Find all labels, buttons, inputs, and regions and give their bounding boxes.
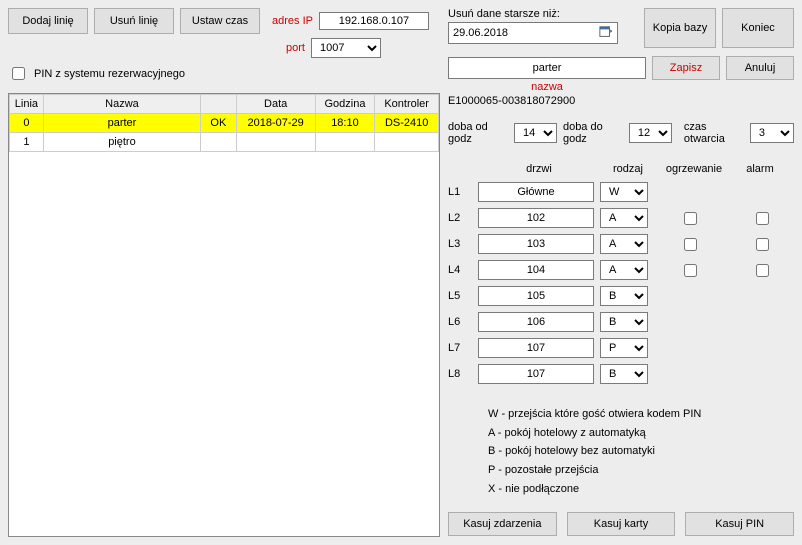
door-alarm-checkbox[interactable] bbox=[756, 238, 769, 251]
legend-line: P - pozostałe przejścia bbox=[488, 461, 794, 480]
legend: W - przejścia które gość otwiera kodem P… bbox=[488, 405, 794, 498]
hour-from-select[interactable]: 14 bbox=[514, 123, 557, 143]
door-label: L2 bbox=[448, 212, 478, 224]
col-linia: Linia bbox=[10, 95, 44, 114]
controller-id: E1000065-003818072900 bbox=[448, 95, 794, 107]
door-name-input[interactable] bbox=[478, 182, 594, 202]
legend-line: W - przejścia które gość otwiera kodem P… bbox=[488, 405, 794, 424]
table-row[interactable]: 1piętro bbox=[10, 133, 439, 152]
door-name-input[interactable] bbox=[478, 234, 594, 254]
door-label: L6 bbox=[448, 316, 478, 328]
col-godz: Godzina bbox=[315, 95, 375, 114]
door-label: L5 bbox=[448, 290, 478, 302]
door-type-select[interactable]: A bbox=[600, 234, 648, 254]
port-label: port bbox=[286, 42, 305, 54]
pin-system-checkbox[interactable] bbox=[12, 67, 25, 80]
doors-header-ogrz: ogrzewanie bbox=[656, 163, 732, 175]
door-type-select[interactable]: B bbox=[600, 286, 648, 306]
door-name-input[interactable] bbox=[478, 312, 594, 332]
port-select[interactable]: 1007 bbox=[311, 38, 381, 58]
add-line-button[interactable]: Dodaj linię bbox=[8, 8, 88, 34]
table-row[interactable]: 0parterOK2018-07-2918:10DS-2410 bbox=[10, 114, 439, 133]
doors-header-rodzaj: rodzaj bbox=[600, 163, 656, 175]
name-field-label: nazwa bbox=[448, 81, 646, 93]
doors-header-drzwi: drzwi bbox=[478, 163, 600, 175]
door-type-select[interactable]: P bbox=[600, 338, 648, 358]
clear-events-button[interactable]: Kasuj zdarzenia bbox=[448, 512, 557, 536]
door-name-input[interactable] bbox=[478, 208, 594, 228]
door-type-select[interactable]: W bbox=[600, 182, 648, 202]
col-ktrl: Kontroler bbox=[375, 95, 439, 114]
door-name-input[interactable] bbox=[478, 364, 594, 384]
clear-pin-button[interactable]: Kasuj PIN bbox=[685, 512, 794, 536]
open-time-select[interactable]: 3 bbox=[750, 123, 794, 143]
delete-older-label: Usuń dane starsze niż: bbox=[448, 8, 638, 20]
door-name-input[interactable] bbox=[478, 260, 594, 280]
door-label: L4 bbox=[448, 264, 478, 276]
door-type-select[interactable]: B bbox=[600, 312, 648, 332]
door-row: L2 A bbox=[448, 207, 794, 229]
save-button[interactable]: Zapisz bbox=[652, 56, 720, 80]
cancel-button[interactable]: Anuluj bbox=[726, 56, 794, 80]
door-row: L5 B bbox=[448, 285, 794, 307]
col-ok bbox=[201, 95, 237, 114]
door-name-input[interactable] bbox=[478, 338, 594, 358]
ip-label: adres IP bbox=[272, 15, 313, 27]
door-label: L8 bbox=[448, 368, 478, 380]
door-row: L3 A bbox=[448, 233, 794, 255]
door-heating-checkbox[interactable] bbox=[684, 264, 697, 277]
door-alarm-checkbox[interactable] bbox=[756, 264, 769, 277]
col-data: Data bbox=[236, 95, 315, 114]
door-heating-checkbox[interactable] bbox=[684, 212, 697, 225]
hour-to-select[interactable]: 12 bbox=[629, 123, 672, 143]
pin-system-label: PIN z systemu rezerwacyjnego bbox=[34, 68, 185, 80]
set-time-button[interactable]: Ustaw czas bbox=[180, 8, 260, 34]
close-button[interactable]: Koniec bbox=[722, 8, 794, 48]
copy-db-button[interactable]: Kopia bazy bbox=[644, 8, 716, 48]
clear-cards-button[interactable]: Kasuj karty bbox=[567, 512, 676, 536]
door-label: L1 bbox=[448, 186, 478, 198]
hour-from-label: doba od godz bbox=[448, 121, 508, 145]
lines-table[interactable]: Linia Nazwa Data Godzina Kontroler 0part… bbox=[8, 93, 440, 537]
door-row: L8 B bbox=[448, 363, 794, 385]
door-name-input[interactable] bbox=[478, 286, 594, 306]
remove-line-button[interactable]: Usuń linię bbox=[94, 8, 174, 34]
door-label: L7 bbox=[448, 342, 478, 354]
doors-header-alarm: alarm bbox=[732, 163, 788, 175]
door-type-select[interactable]: A bbox=[600, 260, 648, 280]
calendar-icon bbox=[599, 25, 613, 42]
open-time-label: czas otwarcia bbox=[684, 121, 744, 145]
legend-line: B - pokój hotelowy bez automatyki bbox=[488, 442, 794, 461]
door-alarm-checkbox[interactable] bbox=[756, 212, 769, 225]
door-row: L4 A bbox=[448, 259, 794, 281]
door-row: L7 P bbox=[448, 337, 794, 359]
hour-to-label: doba do godz bbox=[563, 121, 623, 145]
door-type-select[interactable]: A bbox=[600, 208, 648, 228]
door-heating-checkbox[interactable] bbox=[684, 238, 697, 251]
door-label: L3 bbox=[448, 238, 478, 250]
name-input[interactable] bbox=[448, 57, 646, 79]
legend-line: A - pokój hotelowy z automatyką bbox=[488, 424, 794, 443]
delete-date-value: 29.06.2018 bbox=[453, 27, 508, 39]
door-row: L1 W bbox=[448, 181, 794, 203]
ip-input[interactable] bbox=[319, 12, 429, 30]
door-row: L6 B bbox=[448, 311, 794, 333]
door-type-select[interactable]: B bbox=[600, 364, 648, 384]
legend-line: X - nie podłączone bbox=[488, 480, 794, 499]
delete-date-picker[interactable]: 29.06.2018 bbox=[448, 22, 618, 44]
col-nazwa: Nazwa bbox=[43, 95, 200, 114]
